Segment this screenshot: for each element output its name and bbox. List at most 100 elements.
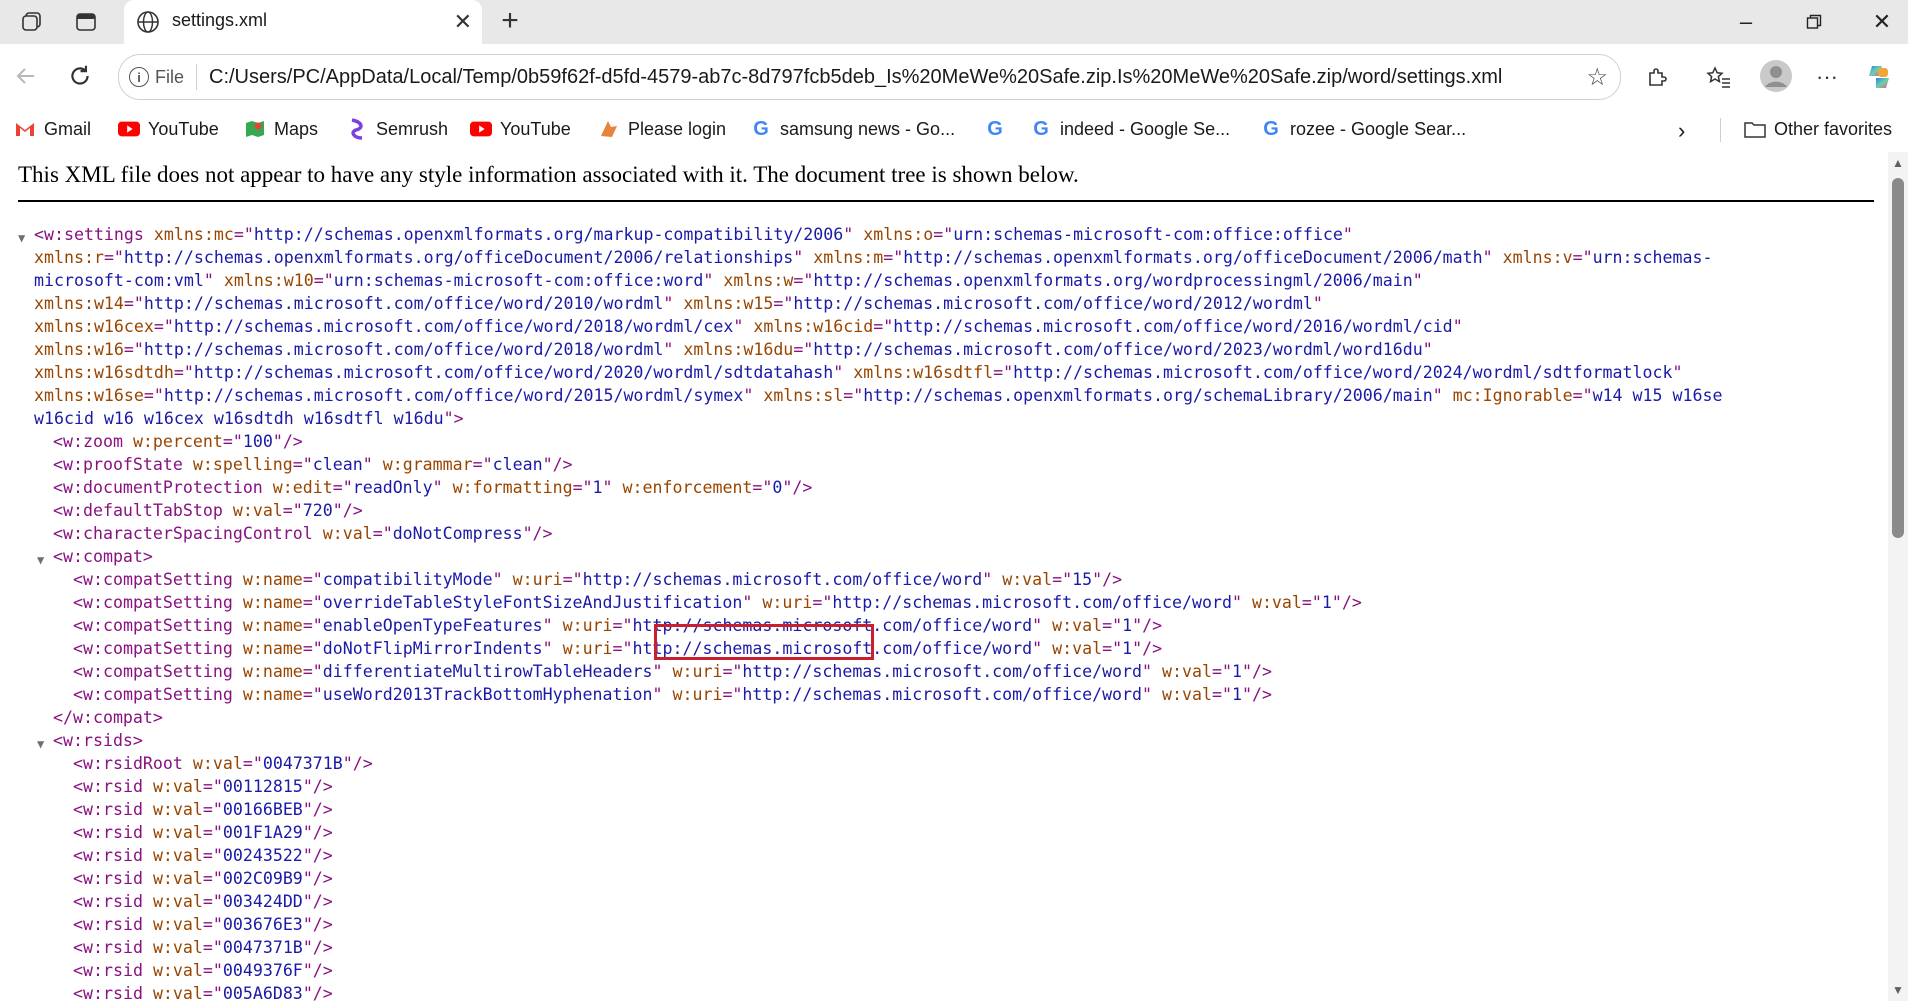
xml-line: <w:rsids> [53, 729, 143, 752]
xml-space [1152, 662, 1162, 681]
xml-tag-text: "/> [302, 800, 333, 819]
xml-space [1493, 248, 1503, 267]
xml-space [613, 478, 623, 497]
xml-tag-text: " [982, 570, 993, 589]
xml-attr-name: xmlns:w16 [34, 340, 124, 359]
xml-line: <w:compatSetting w:name="overrideTableSt… [73, 591, 1362, 614]
xml-tag-text: " [542, 616, 553, 635]
address-bar[interactable]: i File C:/Users/PC/AppData/Local/Temp/0b… [118, 54, 1621, 100]
favorite-star-icon[interactable]: ☆ [1586, 63, 1608, 92]
xml-line: <w:compatSetting w:name="enableOpenTypeF… [73, 614, 1162, 637]
xml-attr-name: xmlns:m [813, 248, 884, 267]
extensions-icon[interactable] [1640, 60, 1674, 94]
xml-attr-name: w:name [242, 616, 303, 635]
xml-tag-text: " [542, 639, 553, 658]
xml-tag-text: =" [1572, 386, 1593, 405]
close-tab-icon[interactable]: ✕ [454, 9, 472, 35]
xml-space [143, 777, 153, 796]
xml-tag-text: =" [202, 823, 223, 842]
other-favorites[interactable]: Other favorites [1744, 118, 1892, 140]
xml-line: <w:settings xmlns:mc="http://schemas.ope… [34, 223, 1353, 246]
xml-space [673, 294, 683, 313]
bookmark-gmail[interactable]: Gmail [14, 118, 91, 140]
highlight-enforcement-box [654, 624, 874, 660]
xml-attr-name: w:uri [672, 662, 723, 681]
xml-attr-value: doNotFlipMirrorIndents [322, 639, 543, 658]
xml-tag-text: " [793, 248, 804, 267]
xml-tag-text: " [703, 271, 714, 290]
bookmark-indeed[interactable]: G indeed - Google Se... [1030, 118, 1230, 140]
new-tab-button[interactable]: + [494, 6, 526, 38]
xml-tag-text: <w:compatSetting [73, 662, 233, 681]
xml-tag-text: <w:characterSpacingControl [53, 524, 313, 543]
xml-space [183, 455, 193, 474]
bookmark-rozee[interactable]: G rozee - Google Sear... [1260, 118, 1466, 140]
bookmark-samsung-news[interactable]: G samsung news - Go... [750, 118, 955, 140]
xml-space [553, 639, 563, 658]
bookmark-please-login[interactable]: Please login [598, 118, 726, 140]
xml-tag-text: " [1342, 225, 1353, 244]
xml-attr-value: http://schemas.openxmlformats.org/wordpr… [813, 271, 1413, 290]
workspaces-icon[interactable] [18, 8, 46, 36]
tab-strip: settings.xml ✕ + – ✕ [0, 0, 1908, 44]
more-menu-icon[interactable]: ··· [1810, 60, 1844, 94]
xml-attr-value: http://schemas.microsoft.com/office/word… [793, 294, 1313, 313]
xml-attr-name: mc:Ignorable [1452, 386, 1573, 405]
bookmark-google[interactable]: G [984, 118, 1014, 140]
scrollbar-thumb[interactable] [1892, 178, 1904, 538]
xml-tag-text: =" [612, 616, 633, 635]
vertical-tabs-icon[interactable] [72, 8, 100, 36]
xml-attr-name: w:spelling [192, 455, 293, 474]
xml-attr-value: 0 [772, 478, 783, 497]
xml-tag-text: "/> [302, 938, 333, 957]
back-button[interactable] [10, 60, 42, 92]
xml-tag-text: =" [143, 386, 164, 405]
xml-attr-name: w:val [152, 984, 203, 1001]
collapse-triangle-icon[interactable]: ▼ [18, 227, 25, 250]
semrush-icon [346, 118, 368, 140]
xml-tag-text: "/> [302, 777, 333, 796]
vertical-scrollbar[interactable]: ▲ ▼ [1888, 152, 1908, 1001]
xml-tag-text: "/> [522, 524, 553, 543]
xml-attr-value: 720 [302, 501, 333, 520]
active-tab[interactable]: settings.xml ✕ [124, 0, 482, 44]
xml-tag-text: "/> [542, 455, 573, 474]
xml-attr-value: compatibilityMode [322, 570, 493, 589]
collapse-triangle-icon[interactable]: ▼ [37, 549, 44, 572]
close-window-button[interactable]: ✕ [1862, 6, 1902, 38]
xml-viewer: This XML file does not appear to have an… [0, 152, 1888, 1001]
xml-attr-name: xmlns:w [723, 271, 794, 290]
xml-tag-text: =" [153, 317, 174, 336]
xml-attr-value: 1 [1321, 593, 1332, 612]
bookmark-maps[interactable]: Maps [244, 118, 318, 140]
xml-attr-value: http://schemas.microsoft.com/office/word [832, 593, 1232, 612]
scroll-up-arrow-icon[interactable]: ▲ [1892, 156, 1904, 170]
xml-tag-text: " [1312, 294, 1323, 313]
xml-tag-text: =" [233, 225, 254, 244]
xml-tag-text: " [843, 225, 854, 244]
xml-tag-text: <w:compatSetting [73, 639, 233, 658]
restore-button[interactable] [1794, 6, 1834, 38]
bookmark-youtube-2[interactable]: YouTube [470, 118, 571, 140]
xml-attr-name: w:val [152, 915, 203, 934]
xml-tag-text: "/> [1092, 570, 1123, 589]
copilot-icon[interactable] [1862, 60, 1896, 94]
collapse-triangle-icon[interactable]: ▼ [37, 733, 44, 756]
xml-attr-name: w:val [152, 869, 203, 888]
minimize-button[interactable]: – [1726, 6, 1766, 38]
url-text[interactable]: C:/Users/PC/AppData/Local/Temp/0b59f62f-… [209, 66, 1502, 89]
scroll-down-arrow-icon[interactable]: ▼ [1892, 983, 1904, 997]
xml-attr-name: xmlns:mc [153, 225, 234, 244]
xml-tag-text: " [663, 294, 674, 313]
xml-space [1152, 685, 1162, 704]
bookmark-youtube[interactable]: YouTube [118, 118, 219, 140]
refresh-button[interactable] [64, 60, 96, 92]
favorites-icon[interactable] [1702, 60, 1736, 94]
xml-space [144, 225, 154, 244]
site-info-chip[interactable]: i File [129, 64, 198, 90]
xml-tag-text: =" [292, 455, 313, 474]
bookmark-semrush[interactable]: Semrush [346, 118, 448, 140]
xml-attr-name: xmlns:r [34, 248, 104, 267]
bookmarks-overflow-chevron-icon[interactable]: › [1678, 118, 1685, 144]
profile-avatar[interactable] [1756, 56, 1796, 96]
